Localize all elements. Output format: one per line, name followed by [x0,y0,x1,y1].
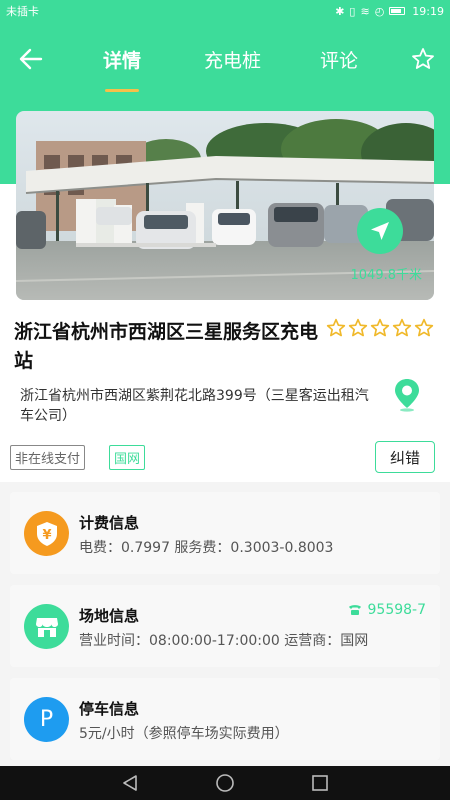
navigation-arrow-icon [371,222,389,240]
rating-stars [326,318,434,338]
arrow-left-icon [19,48,43,70]
circle-home-icon [216,774,234,792]
site-desc: 营业时间：08:00:00-17:00:00 运营商：国网 [79,633,369,649]
phone-number: 95598-7 [367,602,427,618]
system-back-button[interactable] [118,771,142,795]
star-icon [414,318,434,337]
clock: 19:19 [412,4,444,18]
navigate-button[interactable] [357,208,403,254]
fee-info-card[interactable]: ¥ 计费信息 电费：0.7997 服务费：0.3003-0.8003 [10,492,440,574]
station-name: 浙江省杭州市西湖区三星服务区充电站 [14,321,319,372]
star-outline-icon [412,48,434,69]
site-info-card[interactable]: 场地信息 营业时间：08:00:00-17:00:00 运营商：国网 95598… [10,585,440,667]
yuan-shield-icon: ¥ [36,521,57,546]
tab-comments[interactable]: 评论 [320,46,358,86]
back-button[interactable] [14,42,48,76]
parking-desc: 5元/小时（参照停车场实际费用） [79,726,289,742]
vibrate-icon: ▯ [349,4,356,18]
top-navbar: 详情 充电桩 评论 [0,22,450,98]
phone-link[interactable]: 95598-7 [348,602,427,618]
star-icon [326,318,346,337]
carrier-text: 未插卡 [6,5,39,18]
tag-operator: 国网 [109,445,146,470]
distance-label: 1049.8千米 [350,268,423,283]
alarm-icon: ◴ [374,4,385,18]
report-error-button[interactable]: 纠错 [375,441,435,473]
phone-icon [348,605,361,615]
square-recents-icon [312,775,328,791]
tag-offline-payment: 非在线支付 [10,445,86,470]
system-home-button[interactable] [213,771,237,795]
parking-icon: P [24,697,69,742]
site-title: 场地信息 [79,607,140,625]
tab-details[interactable]: 详情 [103,46,141,92]
info-card-area: ¥ 计费信息 电费：0.7997 服务费：0.3003-0.8003 场地信息 … [0,482,450,766]
fee-icon: ¥ [24,511,69,556]
system-navigation-bar [0,766,450,800]
favorite-button[interactable] [406,42,440,76]
location-pin-icon [395,379,419,412]
system-recents-button[interactable] [308,771,332,795]
wifi-icon: ≋ [360,4,370,18]
site-icon [24,604,69,649]
star-icon [370,318,390,337]
status-bar: 未插卡 ✱ ▯ ≋ ◴ 19:19 [0,0,450,22]
parking-letter: P [39,707,54,732]
location-button[interactable] [393,378,421,412]
status-icons: ✱ ▯ ≋ ◴ [335,4,406,18]
tab-charging-piles[interactable]: 充电桩 [204,46,261,86]
fee-title: 计费信息 [79,514,140,532]
triangle-back-icon [123,775,137,791]
fee-desc: 电费：0.7997 服务费：0.3003-0.8003 [79,540,334,556]
store-icon [35,617,58,637]
bluetooth-icon: ✱ [335,4,345,18]
battery-icon [389,7,406,15]
svg-text:¥: ¥ [42,528,51,543]
star-icon [392,318,412,337]
star-icon [348,318,368,337]
station-address: 浙江省杭州市西湖区紫荆花北路399号（三星客运出租汽车公司） [20,388,369,424]
parking-title: 停车信息 [79,700,140,718]
parking-info-card[interactable]: P 停车信息 5元/小时（参照停车场实际费用） [10,678,440,760]
